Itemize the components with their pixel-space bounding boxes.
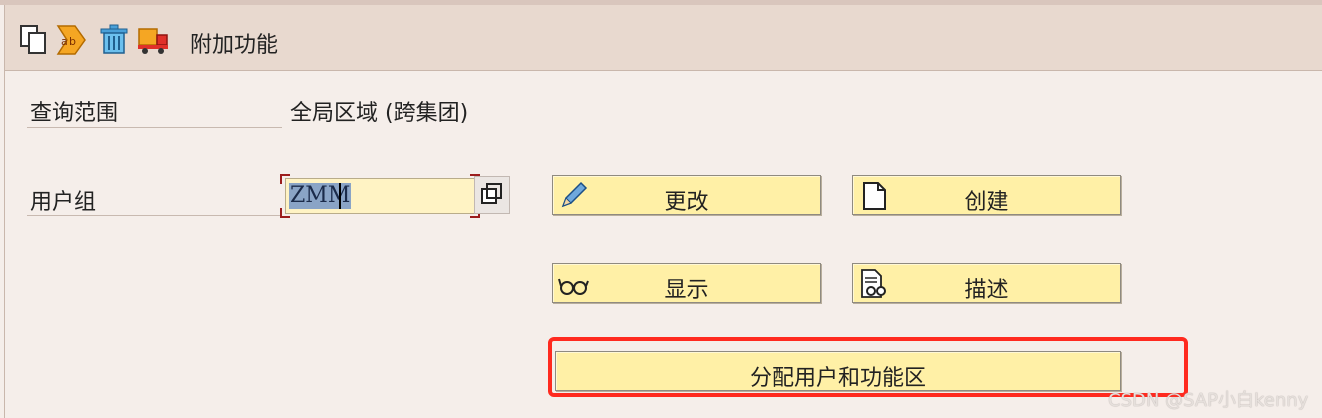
text-cursor [339, 183, 341, 209]
user-group-underline [27, 215, 282, 216]
application-toolbar: a b 附加功能 [4, 5, 1322, 71]
change-button[interactable]: 更改 [552, 175, 821, 215]
delete-icon[interactable] [97, 23, 131, 57]
svg-text:b: b [69, 35, 76, 48]
display-button-label: 显示 [664, 278, 709, 303]
create-button-label: 创建 [964, 190, 1009, 215]
create-button[interactable]: 创建 [852, 175, 1121, 215]
user-group-input-wrapper: ZMM [280, 174, 480, 218]
copy-icon[interactable] [17, 23, 51, 57]
display-button[interactable]: 显示 [552, 263, 821, 303]
value-help-button[interactable] [474, 176, 510, 214]
value-help-icon [481, 183, 502, 204]
query-scope-underline [27, 127, 282, 128]
user-group-label: 用户组 [30, 190, 97, 215]
change-button-label: 更改 [664, 190, 709, 215]
additional-functions-menu[interactable]: 附加功能 [190, 27, 278, 59]
query-scope-value: 全局区域 (跨集团) [290, 101, 469, 126]
query-scope-label: 查询范围 [30, 101, 119, 126]
user-group-input-value: ZMM [289, 183, 352, 209]
describe-button-label: 描述 [964, 278, 1009, 303]
rename-icon[interactable]: a b [55, 23, 89, 57]
annotation-highlight-box [548, 337, 1188, 397]
user-group-input[interactable]: ZMM [285, 178, 475, 214]
watermark: CSDN @SAP小白kenny [1108, 390, 1309, 411]
frame-border [4, 70, 5, 418]
transport-icon[interactable] [137, 23, 171, 57]
describe-button[interactable]: 描述 [852, 263, 1121, 303]
svg-text:a: a [61, 35, 68, 48]
